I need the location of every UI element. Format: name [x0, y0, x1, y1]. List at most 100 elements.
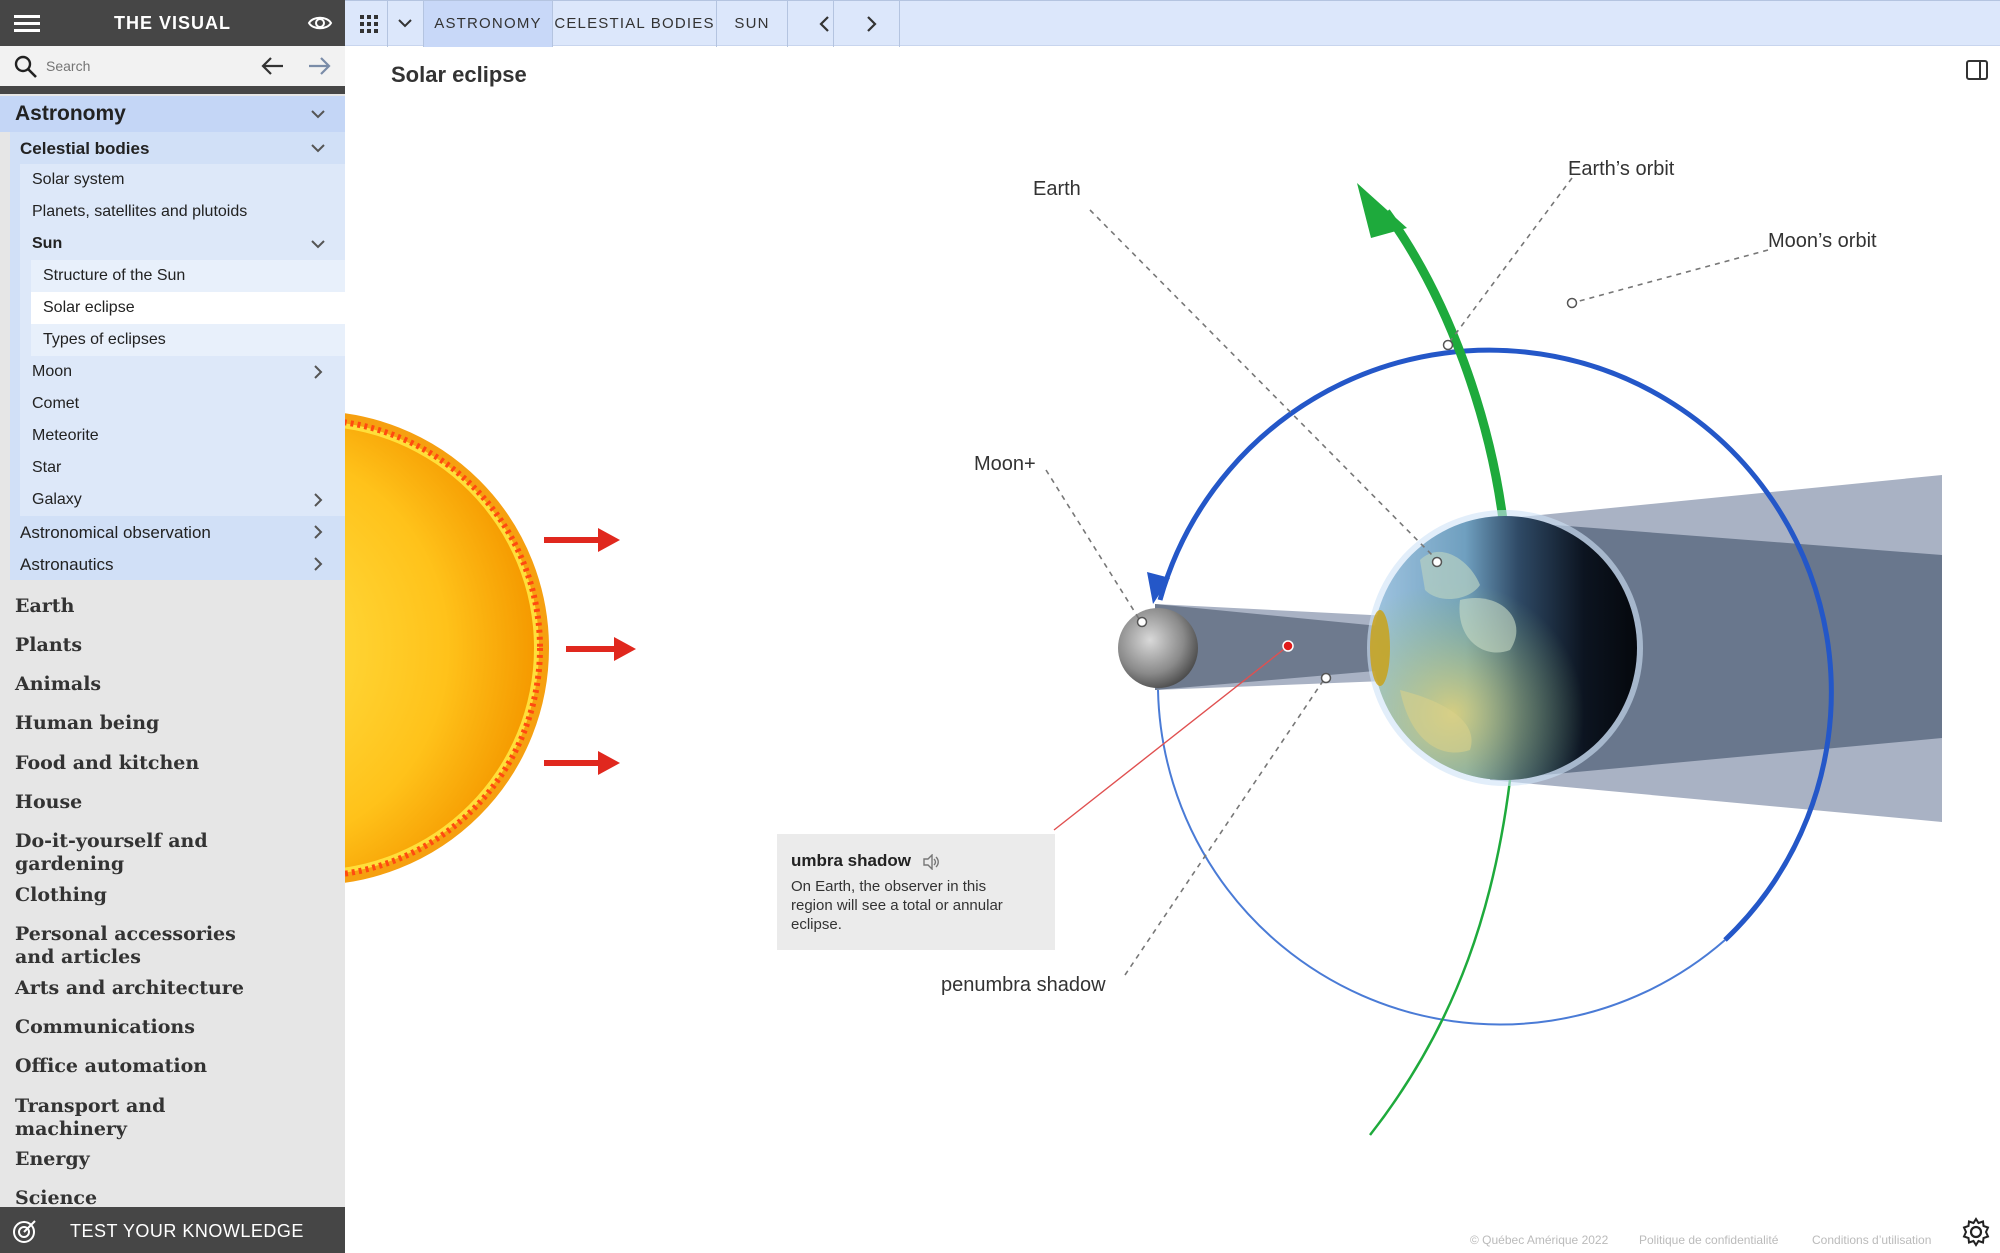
earth-orbit-arrowhead — [1357, 183, 1407, 238]
sidebar: THE VISUAL Astronomy Celestial bodies — [0, 0, 345, 1253]
nav-label: Comet — [32, 395, 80, 412]
nav-label: Sun — [32, 235, 63, 252]
category-food-kitchen[interactable]: Food and kitchen — [15, 752, 335, 775]
tooltip-title: umbra shadow — [791, 851, 1041, 871]
chevron-right-icon[interactable] — [309, 491, 327, 509]
category-personal-line2: and articles — [15, 946, 141, 968]
label-moon-text: Moon — [974, 453, 1025, 475]
search-icon — [14, 55, 37, 78]
divider — [787, 1, 788, 47]
brand-title: THE VISUAL — [113, 13, 231, 33]
category-diy-line2: gardening — [15, 853, 125, 875]
divider — [833, 1, 834, 47]
nav-item-astronomy[interactable]: Astronomy — [0, 96, 345, 132]
footer-terms-link[interactable]: Conditions d’utilisation — [1812, 1233, 1931, 1247]
tooltip-title-text: umbra shadow — [791, 851, 911, 870]
breadcrumb-sun[interactable]: SUN — [717, 1, 787, 47]
category-house[interactable]: House — [15, 791, 335, 814]
topbar: ASTRONOMY CELESTIAL BODIES SUN — [345, 0, 2000, 47]
nav-label: Meteorite — [32, 427, 99, 444]
nav-label: Galaxy — [32, 491, 82, 508]
chevron-down-icon[interactable] — [395, 13, 415, 33]
category-office[interactable]: Office automation — [15, 1055, 335, 1078]
category-communications[interactable]: Communications — [15, 1016, 335, 1039]
breadcrumb-celestial-bodies[interactable]: CELESTIAL BODIES — [553, 1, 716, 47]
tooltip-body-line3: eclipse. — [791, 916, 842, 933]
chevron-right-icon[interactable] — [309, 523, 327, 541]
category-clothing[interactable]: Clothing — [15, 884, 335, 907]
search-input[interactable] — [46, 54, 246, 78]
nav-item-astronautics[interactable]: Astronautics — [10, 548, 345, 580]
chevron-down-icon[interactable] — [309, 235, 327, 253]
footer-copyright: © Québec Amérique 2022 — [1470, 1233, 1609, 1247]
breadcrumb-astronomy[interactable]: ASTRONOMY — [424, 1, 552, 47]
nav-item-comet[interactable]: Comet — [20, 388, 345, 420]
footer-privacy-link[interactable]: Politique de confidentialité — [1639, 1233, 1778, 1247]
nav-label: Star — [32, 459, 62, 476]
nav-item-celestial-bodies[interactable]: Celestial bodies — [10, 132, 345, 164]
category-transport-line1: Transport and — [15, 1095, 166, 1117]
earth-orbit-line-lower — [1369, 779, 1512, 1136]
nav-item-galaxy[interactable]: Galaxy — [20, 484, 345, 516]
settings-gear-icon[interactable] — [1961, 1217, 1991, 1247]
nav-item-structure-of-sun[interactable]: Structure of the Sun — [31, 260, 345, 292]
category-diy[interactable]: Do-it-yourself and gardening — [15, 830, 335, 876]
nav-item-moon[interactable]: Moon — [20, 356, 345, 388]
category-human-being[interactable]: Human being — [15, 712, 335, 735]
nav-label: Astronautics — [20, 555, 114, 574]
back-arrow-icon[interactable] — [260, 54, 286, 78]
nav-item-planets[interactable]: Planets, satellites and plutoids — [20, 196, 345, 228]
nav-item-meteorite[interactable]: Meteorite — [20, 420, 345, 452]
category-personal[interactable]: Personal accessories and articles — [15, 923, 335, 969]
nav-item-astronomical-observation[interactable]: Astronomical observation — [10, 516, 345, 548]
category-energy[interactable]: Energy — [15, 1148, 335, 1171]
test-knowledge-label: TEST YOUR KNOWLEDGE — [70, 1221, 304, 1241]
category-arts[interactable]: Arts and architecture — [15, 977, 335, 1000]
tooltip-body: On Earth, the observer in this region wi… — [791, 877, 1041, 934]
nav-label: Moon — [32, 363, 73, 380]
label-penumbra-shadow[interactable]: penumbra shadow — [941, 974, 1106, 997]
nav-label: Structure of the Sun — [43, 267, 186, 284]
search-bar — [0, 46, 345, 86]
eclipse-diagram-svg — [345, 177, 1942, 1136]
category-personal-line1: Personal accessories — [15, 923, 236, 945]
moon-graphic — [1118, 608, 1198, 688]
nav-label: Astronomical observation — [20, 523, 211, 542]
nav-tree: Astronomy Celestial bodies Solar system … — [0, 96, 345, 580]
eclipse-illustration: Earth Earth’s orbit Moon’s orbit Moon+ p… — [345, 46, 2000, 1253]
nav-label: Astronomy — [15, 102, 126, 125]
forward-arrow-icon[interactable] — [306, 54, 332, 78]
chevron-right-icon[interactable] — [309, 363, 327, 381]
category-animals[interactable]: Animals — [15, 673, 335, 696]
category-earth[interactable]: Earth — [15, 595, 335, 618]
next-icon[interactable] — [864, 13, 878, 35]
tooltip-body-line2: region will see a total or annular — [791, 897, 1003, 914]
previous-icon[interactable] — [818, 13, 832, 35]
label-moon[interactable]: Moon+ — [974, 453, 1036, 476]
nav-label: Types of eclipses — [43, 331, 166, 348]
eye-icon[interactable] — [307, 10, 333, 36]
label-moons-orbit[interactable]: Moon’s orbit — [1768, 230, 1877, 253]
apps-grid-icon[interactable] — [359, 14, 379, 34]
category-transport[interactable]: Transport and machinery — [15, 1095, 335, 1141]
umbra-shadow-tooltip: umbra shadow On Earth, the observer in t… — [777, 834, 1055, 950]
nav-label: Solar system — [32, 171, 125, 188]
speaker-icon[interactable] — [922, 853, 940, 870]
tooltip-body-line1: On Earth, the observer in this — [791, 878, 987, 895]
nav-label: Celestial bodies — [20, 139, 150, 158]
nav-item-types-of-eclipses[interactable]: Types of eclipses — [31, 324, 345, 356]
umbra-anchor-dot[interactable] — [1282, 640, 1294, 652]
label-earth[interactable]: Earth — [1033, 178, 1081, 201]
nav-item-sun[interactable]: Sun — [20, 228, 345, 260]
earth-orbit-line-upper — [1382, 209, 1508, 521]
label-earths-orbit[interactable]: Earth’s orbit — [1568, 158, 1674, 181]
category-plants[interactable]: Plants — [15, 634, 335, 657]
nav-label: Planets, satellites and plutoids — [32, 203, 248, 220]
chevron-right-icon[interactable] — [309, 555, 327, 573]
chevron-down-icon[interactable] — [309, 105, 327, 123]
test-knowledge-button[interactable]: TEST YOUR KNOWLEDGE — [0, 1207, 345, 1253]
nav-item-solar-eclipse[interactable]: Solar eclipse — [31, 292, 345, 324]
nav-item-star[interactable]: Star — [20, 452, 345, 484]
chevron-down-icon[interactable] — [309, 139, 327, 157]
nav-item-solar-system[interactable]: Solar system — [20, 164, 345, 196]
